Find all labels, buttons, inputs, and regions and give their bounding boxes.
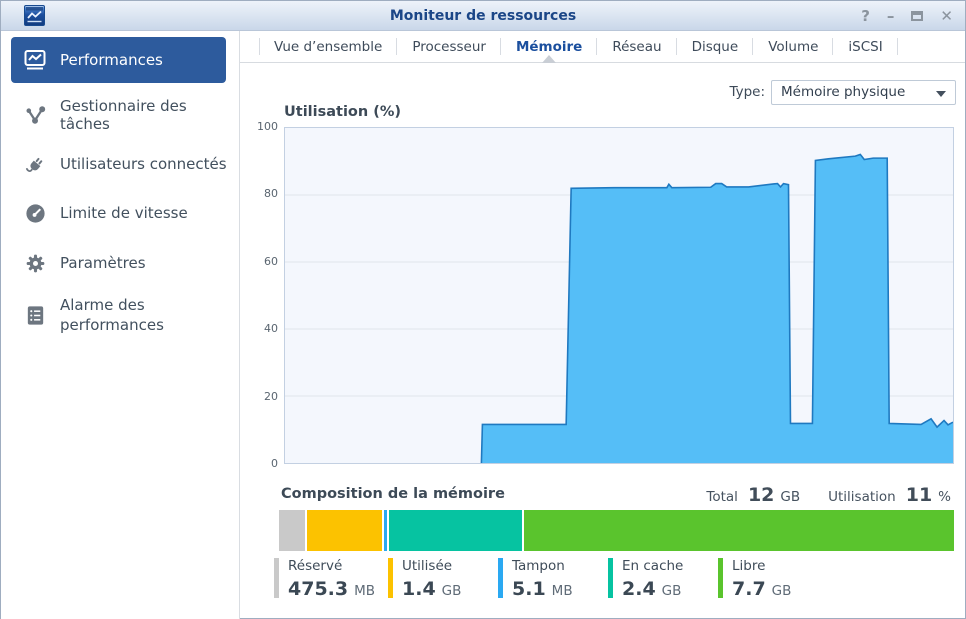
legend-value: 5.1 bbox=[512, 578, 546, 600]
sidebar-item-task-manager[interactable]: Gestionnaire des tâches bbox=[1, 97, 239, 133]
task-manager-icon bbox=[23, 104, 47, 127]
resource-monitor-window: Moniteur de ressources ? – ✕ Performance… bbox=[0, 0, 966, 619]
memory-type-dropdown[interactable]: Mémoire physique bbox=[771, 80, 956, 105]
legend-value: 7.7 bbox=[732, 578, 766, 600]
sidebar-item-performance-alarm[interactable]: Alarme des performances bbox=[1, 289, 182, 341]
tab-disque[interactable]: Disque bbox=[677, 31, 754, 62]
window-title: Moniteur de ressources bbox=[389, 7, 577, 24]
y-axis-tick: 100 bbox=[257, 120, 278, 133]
legend-name: Libre bbox=[732, 558, 766, 574]
total-value: 12 bbox=[747, 484, 775, 506]
bar-segment-reserve bbox=[279, 510, 305, 551]
total-label: Total bbox=[706, 489, 738, 505]
bar-segment-en-cache bbox=[388, 510, 523, 551]
legend-value: 475.3 bbox=[288, 578, 349, 600]
memory-usage-area-chart bbox=[284, 127, 954, 464]
bar-segment-libre bbox=[524, 510, 954, 551]
legend-unit: GB bbox=[771, 583, 792, 599]
legend-chip bbox=[388, 558, 393, 598]
legend-item-utilisee: Utilisée 1.4 GB bbox=[388, 558, 461, 600]
sidebar-item-label: Limite de vitesse bbox=[60, 204, 188, 222]
y-axis-tick: 40 bbox=[264, 322, 278, 336]
legend-unit: GB bbox=[441, 583, 462, 599]
tab-processeur[interactable]: Processeur bbox=[397, 31, 501, 62]
legend-chip bbox=[498, 558, 503, 598]
sidebar-item-label: Alarme des performances bbox=[60, 295, 164, 334]
help-icon[interactable]: ? bbox=[861, 8, 870, 24]
performance-chart-icon bbox=[23, 48, 47, 72]
tab-volume[interactable]: Volume bbox=[753, 31, 834, 62]
legend-unit: MB bbox=[551, 583, 573, 599]
legend-item-en-cache: En cache 2.4 GB bbox=[608, 558, 683, 600]
sidebar-item-connected-users[interactable]: Utilisateurs connectés bbox=[1, 146, 227, 182]
usage-value: 11 bbox=[905, 484, 933, 506]
usage-area-fill bbox=[285, 154, 953, 463]
memory-composition-bar bbox=[279, 510, 954, 551]
y-axis-tick: 60 bbox=[264, 254, 278, 268]
chart-title: Utilisation (%) bbox=[284, 104, 402, 120]
window-controls: ? – ✕ bbox=[861, 1, 953, 31]
main-panel: Vue d’ensemble Processeur Mémoire Réseau… bbox=[240, 31, 965, 619]
sidebar-item-speed-limit[interactable]: Limite de vitesse bbox=[1, 195, 188, 231]
legend-item-libre: Libre 7.7 GB bbox=[718, 558, 791, 600]
legend-chip bbox=[274, 558, 279, 598]
sidebar: Performances Gestionnaire des tâches Uti… bbox=[1, 31, 240, 619]
tab-vue-densemble[interactable]: Vue d’ensemble bbox=[259, 31, 398, 62]
legend-name: Tampon bbox=[512, 558, 565, 574]
legend-item-reserve: Réservé 475.3 MB bbox=[274, 558, 375, 600]
maximize-icon[interactable] bbox=[911, 11, 924, 21]
minimize-icon[interactable]: – bbox=[887, 8, 895, 24]
legend-value: 2.4 bbox=[622, 578, 656, 600]
legend-name: Utilisée bbox=[402, 558, 453, 574]
connected-users-plug-icon bbox=[23, 153, 47, 176]
legend-name: En cache bbox=[622, 558, 684, 574]
usage-unit: % bbox=[938, 489, 951, 505]
legend-unit: MB bbox=[354, 583, 376, 599]
y-axis-tick: 20 bbox=[264, 389, 278, 403]
legend-item-tampon: Tampon 5.1 MB bbox=[498, 558, 573, 600]
memory-type-value: Mémoire physique bbox=[781, 84, 906, 100]
close-icon[interactable]: ✕ bbox=[940, 8, 953, 24]
speed-limit-gauge-icon bbox=[23, 202, 47, 225]
sidebar-item-label: Performances bbox=[60, 51, 163, 69]
tab-bar: Vue d’ensemble Processeur Mémoire Réseau… bbox=[240, 31, 965, 63]
total-unit: GB bbox=[780, 489, 801, 505]
chevron-down-icon bbox=[936, 91, 946, 97]
type-label: Type: bbox=[729, 84, 765, 100]
usage-label: Utilisation bbox=[828, 489, 896, 505]
legend-value: 1.4 bbox=[402, 578, 436, 600]
memory-totals: Total 12 GB Utilisation 11 % bbox=[706, 484, 951, 506]
legend-chip bbox=[608, 558, 613, 598]
performance-alarm-icon bbox=[23, 304, 47, 327]
sidebar-item-performances[interactable]: Performances bbox=[11, 37, 226, 83]
bar-segment-utilisee bbox=[306, 510, 383, 551]
y-axis-tick: 80 bbox=[264, 187, 278, 201]
sidebar-item-label: Gestionnaire des tâches bbox=[60, 97, 187, 133]
sidebar-item-settings[interactable]: Paramètres bbox=[1, 245, 146, 281]
legend-chip bbox=[718, 558, 723, 598]
settings-gear-icon bbox=[23, 252, 47, 275]
y-axis-tick: 0 bbox=[271, 457, 278, 470]
legend-unit: GB bbox=[661, 583, 682, 599]
bar-segment-tampon bbox=[384, 510, 387, 551]
tab-memoire[interactable]: Mémoire bbox=[501, 31, 598, 62]
composition-heading: Composition de la mémoire bbox=[281, 486, 505, 502]
legend-name: Réservé bbox=[288, 558, 343, 574]
tab-reseau[interactable]: Réseau bbox=[597, 31, 677, 62]
sidebar-item-label: Utilisateurs connectés bbox=[60, 155, 227, 173]
sidebar-item-label: Paramètres bbox=[60, 254, 146, 272]
titlebar: Moniteur de ressources ? – ✕ bbox=[1, 1, 965, 31]
tab-iscsi[interactable]: iSCSI bbox=[833, 31, 898, 62]
